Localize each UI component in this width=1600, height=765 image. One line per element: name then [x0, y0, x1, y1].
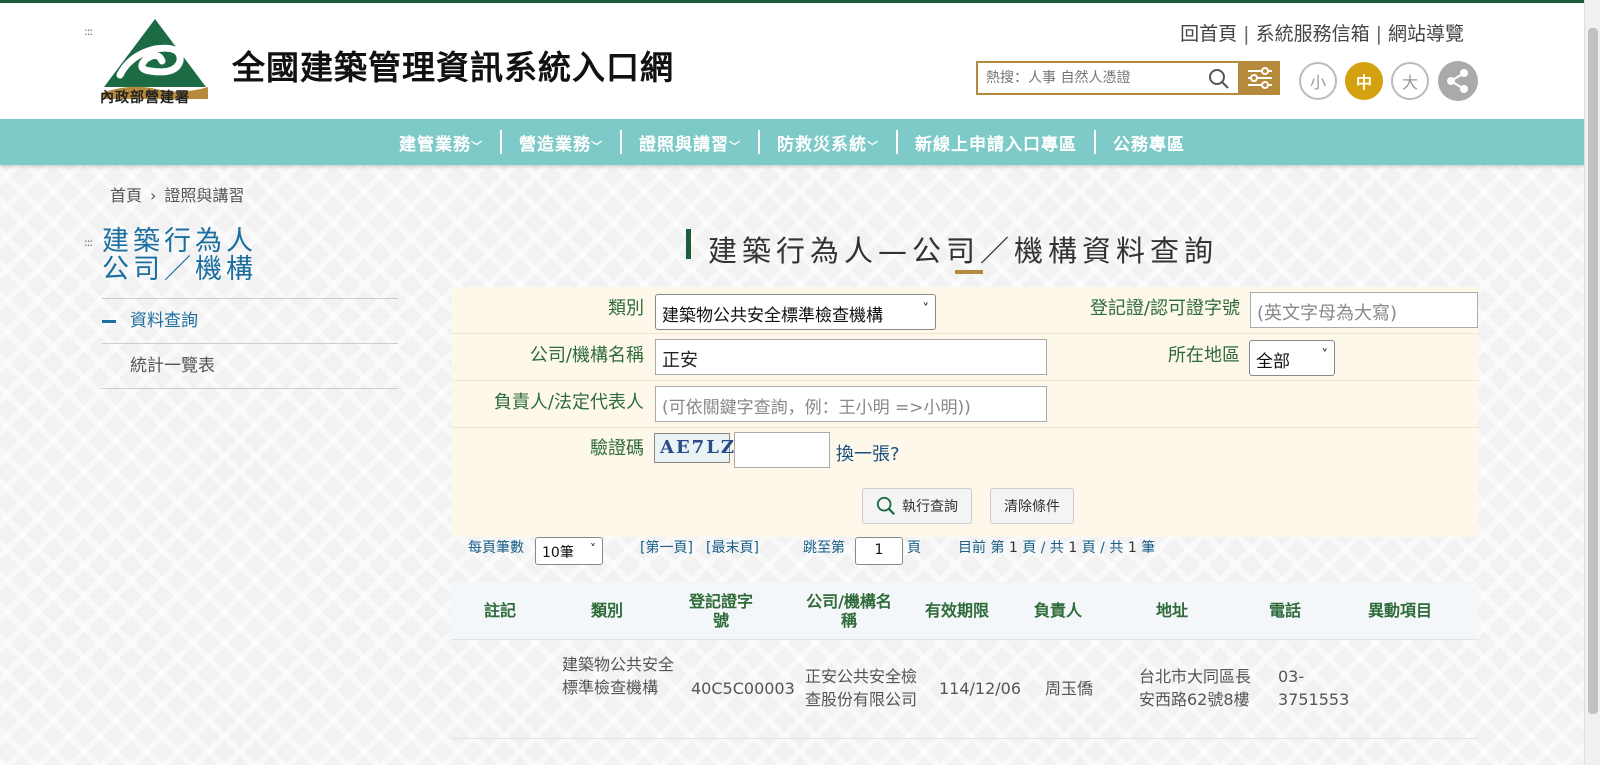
- cell-phone: 03-3751553: [1278, 667, 1350, 709]
- cell-cert-no: 40C5C00003: [691, 679, 795, 698]
- jump-label: 跳至第: [803, 540, 845, 556]
- jump-page-input[interactable]: 1: [855, 537, 903, 565]
- region-label: 所在地區: [1168, 345, 1240, 366]
- breadcrumb-current[interactable]: 證照與講習: [164, 186, 244, 205]
- accesskey-marker[interactable]: :::: [84, 25, 93, 38]
- accesskey-marker[interactable]: :::: [84, 236, 93, 249]
- page-status: 目前 第 1 頁 / 共 1 頁 / 共 1 筆: [958, 540, 1156, 556]
- region-select[interactable]: 全部 ˅: [1249, 340, 1335, 376]
- nav-construction[interactable]: 營造業務﹀: [500, 129, 621, 155]
- nav-disaster-system[interactable]: 防救災系統﹀: [758, 129, 897, 155]
- col-expiry: 有效期限: [924, 601, 989, 620]
- category-select[interactable]: 建築物公共安全標準檢查機構 ˅: [655, 294, 936, 330]
- chevron-down-icon: ˅: [922, 302, 930, 317]
- clear-button[interactable]: 清除條件: [990, 488, 1074, 524]
- col-changes: 異動項目: [1367, 601, 1432, 620]
- search-icon[interactable]: [1208, 68, 1230, 90]
- cert-no-label: 登記證/認可證字號: [1089, 298, 1240, 319]
- table-row: 建築物公共安全標準檢查機構 40C5C00003 正安公共安全檢查股份有限公司 …: [452, 641, 1478, 739]
- main-nav: 建管業務﹀ 營造業務﹀ 證照與講習﹀ 防救災系統﹀ 新線上申請入口專區 公務專區: [0, 119, 1584, 165]
- nav-license-training[interactable]: 證照與講習﹀: [620, 129, 759, 155]
- sidebar-menu: 資料查詢 統計一覽表: [102, 298, 398, 389]
- search-button[interactable]: 執行查詢: [862, 488, 972, 524]
- col-cert-no: 登記證字號: [688, 592, 753, 630]
- col-owner: 負責人: [1033, 601, 1082, 620]
- chevron-down-icon: ﹀: [867, 139, 879, 153]
- site-header: ::: 內政部營建署 全國建築管理資訊系統入口網 回首頁 | 系統服務信箱 | 網站導覽…: [0, 3, 1584, 119]
- logo-text: 內政部營建署: [100, 90, 190, 106]
- per-page-label: 每頁筆數: [468, 540, 524, 556]
- advanced-search-button[interactable]: [1240, 61, 1280, 95]
- font-size-large-button[interactable]: 大: [1391, 62, 1429, 100]
- per-page-select[interactable]: 10筆 ˅: [535, 537, 603, 565]
- cert-no-input[interactable]: (英文字母為大寫): [1250, 292, 1478, 328]
- category-label: 類別: [608, 298, 644, 319]
- share-icon: [1447, 69, 1468, 93]
- page-unit-label: 頁: [907, 540, 921, 556]
- sitemap-link[interactable]: 網站導覽: [1388, 23, 1464, 45]
- company-name-input[interactable]: 正安: [655, 339, 1047, 375]
- captcha-image: AE7LZ: [654, 433, 734, 463]
- nav-building-management[interactable]: 建管業務﹀: [381, 130, 501, 155]
- share-button[interactable]: [1438, 61, 1478, 101]
- chevron-down-icon: ˅: [590, 542, 596, 556]
- top-links: 回首頁 | 系統服務信箱 | 網站導覽: [1180, 23, 1464, 45]
- results-table-header: 註記 類別 登記證字號 公司/機構名稱 有效期限 負責人 地址 電話 異動項目: [452, 582, 1478, 640]
- nav-online-application[interactable]: 新線上申請入口專區: [896, 129, 1095, 155]
- search-box: [976, 61, 1240, 95]
- captcha-input[interactable]: [734, 432, 830, 468]
- sidebar-title: 建築行為人 公司／機構: [102, 226, 257, 285]
- sliders-icon: [1248, 67, 1272, 89]
- home-link[interactable]: 回首頁: [1180, 23, 1237, 45]
- font-size-small-button[interactable]: 小: [1299, 62, 1337, 100]
- cell-category: 建築物公共安全標準檢查機構: [562, 655, 675, 697]
- site-title[interactable]: 全國建築管理資訊系統入口網: [232, 41, 674, 89]
- service-mailbox-link[interactable]: 系統服務信箱: [1256, 23, 1370, 45]
- cell-company-name: 正安公共安全檢查股份有限公司: [805, 667, 918, 709]
- cell-expiry: 114/12/06: [939, 679, 1022, 698]
- title-underline: [955, 270, 983, 274]
- col-category: 類別: [590, 601, 623, 620]
- cell-address: 台北市大同區長安西路62號8樓: [1139, 667, 1252, 709]
- chevron-down-icon: ˅: [1321, 348, 1329, 363]
- captcha-label: 驗證碼: [590, 438, 644, 459]
- col-company-name: 公司/機構名稱: [806, 592, 892, 630]
- page-title: 建築行為人—公司／機構資料查詢: [708, 234, 1219, 268]
- col-address: 地址: [1155, 601, 1188, 620]
- first-page-link[interactable]: [第一頁]: [640, 537, 693, 557]
- representative-input[interactable]: (可依關鍵字查詢，例：王小明 =>小明)): [655, 386, 1047, 422]
- sidebar-item-data-query[interactable]: 資料查詢: [102, 299, 398, 344]
- chevron-right-icon: ›: [150, 186, 157, 205]
- col-note: 註記: [483, 601, 516, 620]
- search-input[interactable]: [978, 63, 1198, 93]
- cell-owner: 周玉僑: [1045, 679, 1094, 698]
- scrollbar-thumb[interactable]: [1588, 28, 1598, 714]
- company-name-label: 公司/機構名稱: [529, 345, 644, 366]
- breadcrumb-home[interactable]: 首頁: [110, 186, 142, 205]
- col-phone: 電話: [1268, 601, 1301, 620]
- representative-label: 負責人/法定代表人: [493, 392, 644, 413]
- nav-official-area[interactable]: 公務專區: [1094, 129, 1203, 155]
- magnifier-icon: [876, 496, 895, 515]
- chevron-down-icon: ﹀: [729, 139, 741, 153]
- font-size-medium-button[interactable]: 中: [1345, 62, 1383, 100]
- refresh-captcha-link[interactable]: 換一張?: [836, 440, 900, 466]
- sidebar-item-statistics[interactable]: 統計一覽表: [102, 344, 398, 389]
- breadcrumb: 首頁 › 證照與講習: [110, 182, 244, 206]
- chevron-down-icon: ﹀: [591, 139, 603, 153]
- last-page-link[interactable]: [最末頁]: [706, 537, 759, 557]
- page-scrollbar[interactable]: [1584, 0, 1600, 765]
- chevron-down-icon: ﹀: [471, 139, 483, 153]
